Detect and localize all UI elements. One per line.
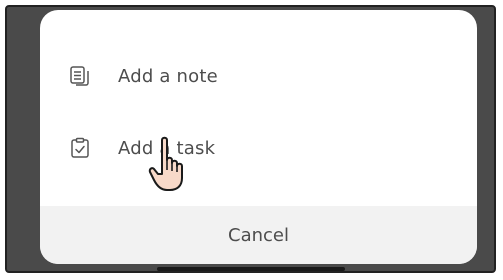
home-indicator: [157, 267, 345, 271]
add-note-label: Add a note: [118, 65, 218, 87]
task-clipboard-icon: [68, 136, 92, 160]
action-sheet: Add a note Add a task Cancel: [40, 10, 477, 264]
note-icon: [68, 64, 92, 88]
cancel-button[interactable]: Cancel: [40, 206, 477, 264]
cancel-label: Cancel: [228, 224, 289, 246]
add-task-item[interactable]: Add a task: [40, 118, 477, 178]
device-screen: Add a note Add a task Cancel: [5, 5, 496, 273]
add-task-label: Add a task: [118, 137, 216, 159]
add-note-item[interactable]: Add a note: [40, 46, 477, 106]
